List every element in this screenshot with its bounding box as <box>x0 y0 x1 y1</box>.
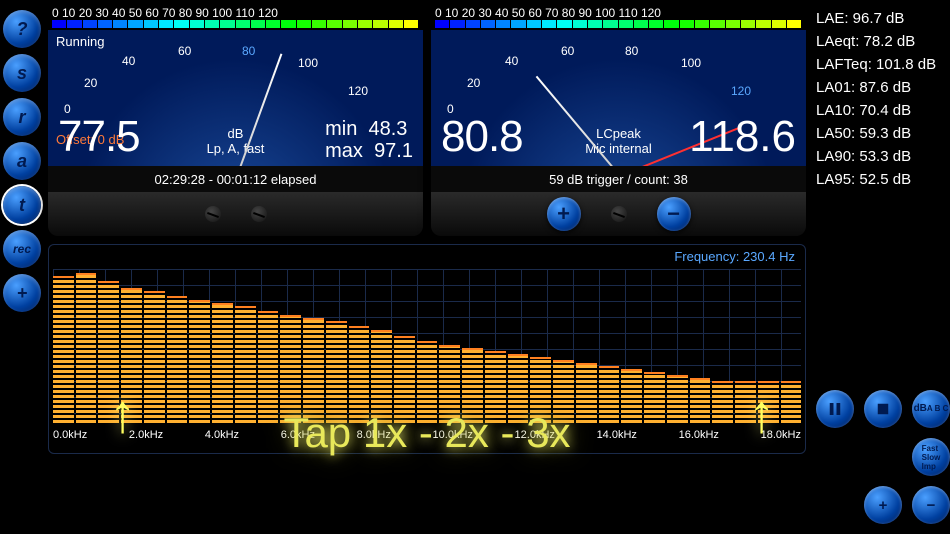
scale-strip-left: 0 10 20 30 40 50 60 70 80 90 100 110 120 <box>48 6 423 30</box>
peak-value: 118.6 <box>689 112 796 162</box>
r-button[interactable]: r <box>3 98 41 136</box>
scale-ticks: 0 10 20 30 40 50 60 70 80 90 100 110 120 <box>435 6 661 20</box>
stats-panel: LAE: 96.7 dB LAeqt: 78.2 dB LAFTeq: 101.… <box>810 0 950 534</box>
minmax: min 48.3 max 97.1 <box>325 118 413 162</box>
ctrl-bar-left <box>48 192 423 236</box>
status-running: Running <box>56 34 104 49</box>
ctrl-bar-right: + − <box>431 192 806 236</box>
db-weighting-button[interactable]: dBA B C <box>912 390 950 428</box>
rec-button[interactable]: rec <box>3 230 41 268</box>
trigger-minus-button[interactable]: − <box>657 197 691 231</box>
zoom-plus-button[interactable]: + <box>864 486 902 524</box>
stat-la95: LA95: 52.5 dB <box>816 171 944 188</box>
sidebar: ? s r a t rec + <box>0 0 44 534</box>
plus-button[interactable]: + <box>3 274 41 312</box>
stat-la90: LA90: 53.3 dB <box>816 148 944 165</box>
t-button[interactable]: t <box>3 186 41 224</box>
spl-value: 77.5 <box>58 112 140 162</box>
elapsed-info: 02:29:28 - 00:01:12 elapsed <box>48 166 423 192</box>
stat-laeqt: LAeqt: 78.2 dB <box>816 33 944 50</box>
main-area: 0 10 20 30 40 50 60 70 80 90 100 110 120… <box>44 0 810 534</box>
screw-icon <box>251 206 267 222</box>
spectrum-bars <box>53 273 801 423</box>
arrow-up-icon: ↑ <box>748 383 775 445</box>
stop-button[interactable] <box>864 390 902 428</box>
screw-icon <box>611 206 627 222</box>
lcpeak-value: 80.8 <box>441 112 523 162</box>
gauge-right: 0 20 40 60 80 100 120 LCpeakMic internal… <box>431 30 806 166</box>
screw-icon <box>205 206 221 222</box>
tap-hint: Tap 1x - 2x - 3x <box>283 409 570 457</box>
arrow-up-icon: ↑ <box>109 383 136 445</box>
scale-strip-right: 0 10 20 30 40 50 60 70 80 90 100 110 120 <box>431 6 806 30</box>
stat-la10: LA10: 70.4 dB <box>816 102 944 119</box>
zoom-minus-button[interactable]: − <box>912 486 950 524</box>
trigger-plus-button[interactable]: + <box>547 197 581 231</box>
help-button[interactable]: ? <box>3 10 41 48</box>
meter-left[interactable]: 0 10 20 30 40 50 60 70 80 90 100 110 120… <box>48 6 423 236</box>
stat-la50: LA50: 59.3 dB <box>816 125 944 142</box>
scale-ticks: 0 10 20 30 40 50 60 70 80 90 100 110 120 <box>52 6 278 20</box>
meter-right[interactable]: 0 10 20 30 40 50 60 70 80 90 100 110 120… <box>431 6 806 236</box>
stat-lae: LAE: 96.7 dB <box>816 10 944 27</box>
gauge-left: Running 0 20 40 60 80 100 120 dBLp, A, f… <box>48 30 423 166</box>
stat-lafteq: LAFTeq: 101.8 dB <box>816 56 944 73</box>
spectrum-analyzer[interactable]: Frequency: 230.4 Hz 0.0kHz2.0kHz4.0kHz6.… <box>48 244 806 454</box>
a-button[interactable]: a <box>3 142 41 180</box>
pause-button[interactable] <box>816 390 854 428</box>
time-weighting-button[interactable]: FastSlowImp <box>912 438 950 476</box>
trigger-info: 59 dB trigger / count: 38 <box>431 166 806 192</box>
s-button[interactable]: s <box>3 54 41 92</box>
frequency-label: Frequency: 230.4 Hz <box>674 249 795 264</box>
stat-la01: LA01: 87.6 dB <box>816 79 944 96</box>
